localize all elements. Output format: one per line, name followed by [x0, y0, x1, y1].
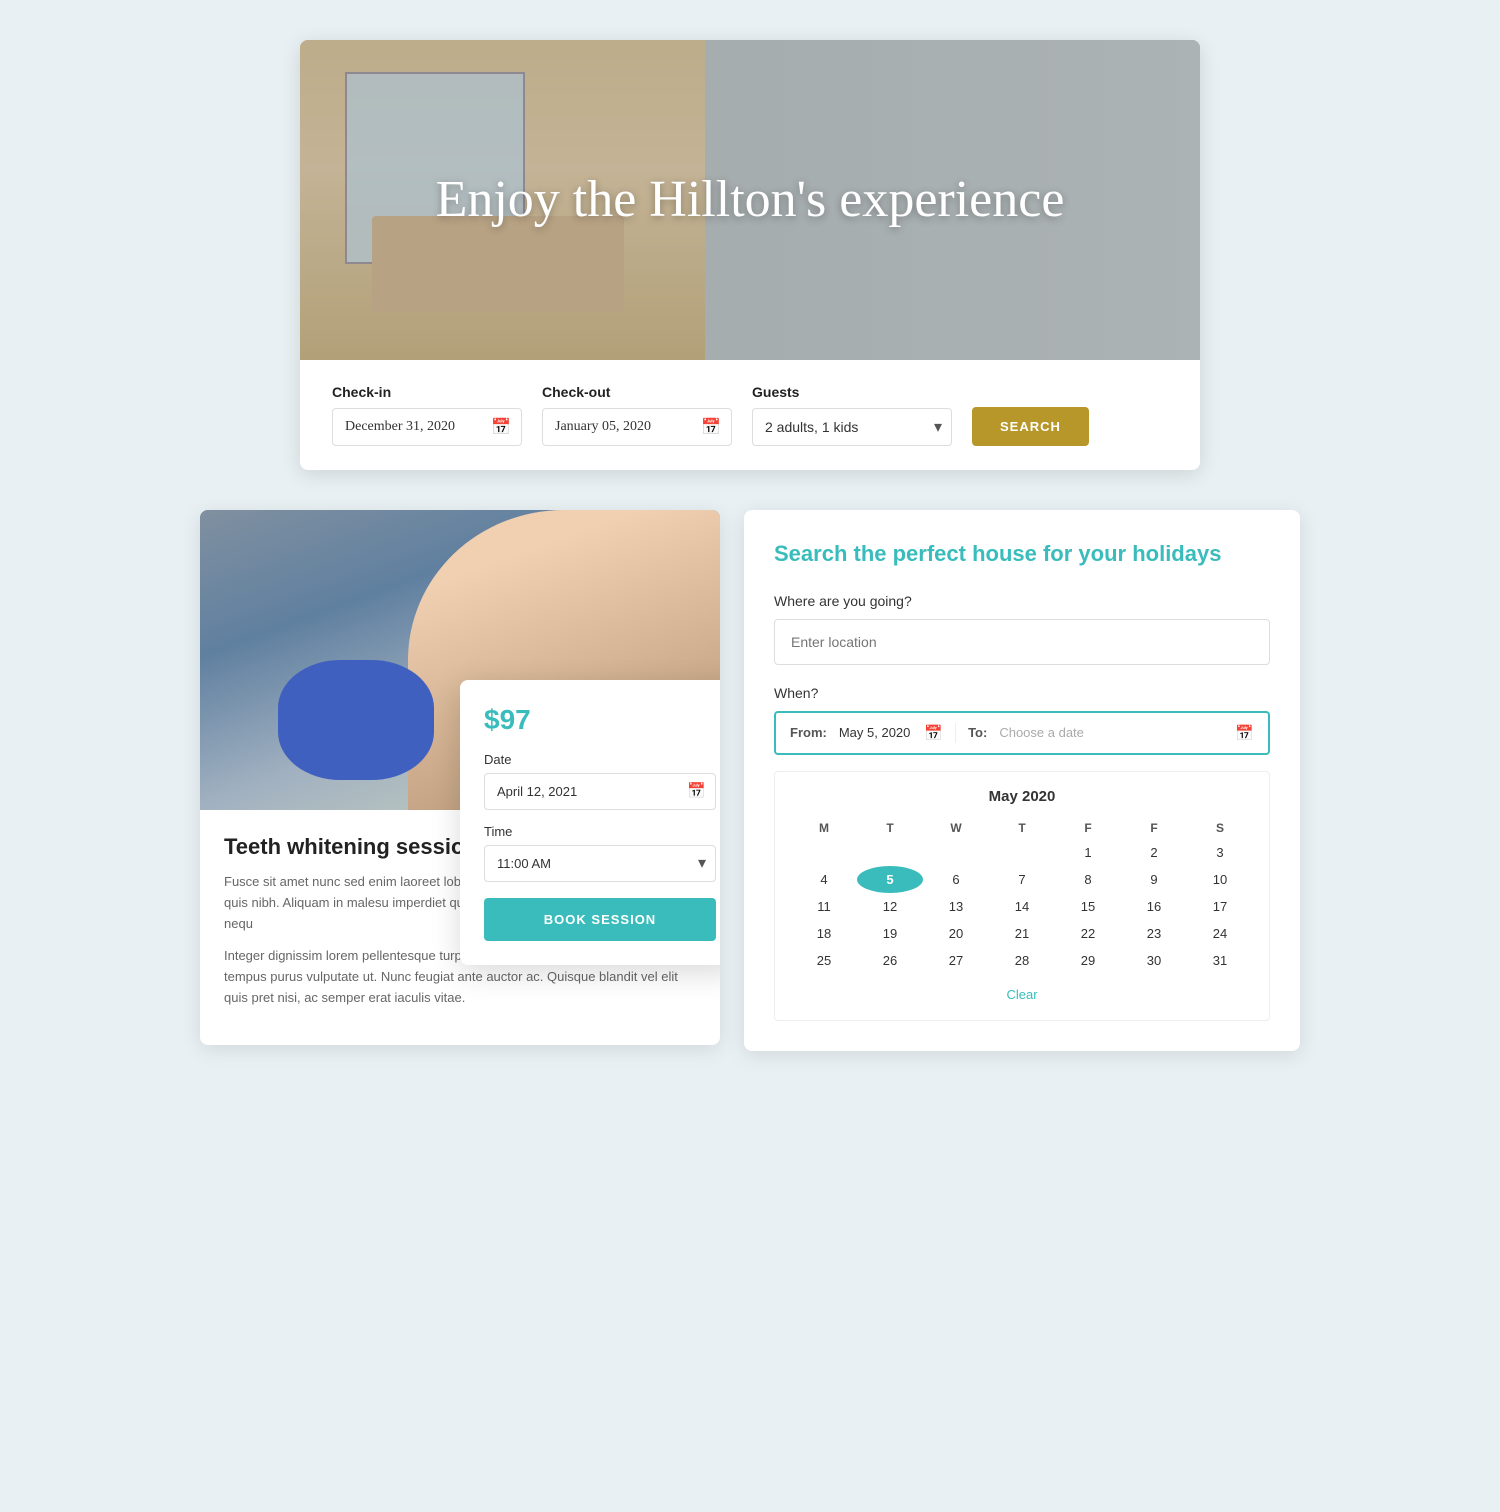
booking-popup: $97 Date 📅 Time 11:00 AM 12:00 PM 1:00 P…: [460, 680, 720, 965]
hero-title: Enjoy the Hillton's experience: [436, 169, 1065, 231]
calendar-day[interactable]: 10: [1187, 866, 1253, 893]
guests-field: Guests 2 adults, 1 kids 1 adult 2 adults…: [752, 384, 952, 446]
calendar-day[interactable]: 17: [1187, 893, 1253, 920]
calendar-day[interactable]: 14: [989, 893, 1055, 920]
calendar-day[interactable]: 30: [1121, 947, 1187, 974]
booking-bar: Check-in December 31, 2020 📅 Check-out J…: [300, 360, 1200, 470]
date-range-divider: [955, 723, 956, 743]
calendar-day[interactable]: 12: [857, 893, 923, 920]
from-date: May 5, 2020: [839, 725, 911, 740]
to-calendar-button[interactable]: 📅: [1235, 724, 1254, 742]
checkin-calendar-icon: 📅: [491, 417, 511, 437]
guests-label: Guests: [752, 384, 952, 400]
calendar-day[interactable]: 4: [791, 866, 857, 893]
from-label: From:: [790, 725, 827, 740]
hero-overlay: Enjoy the Hillton's experience: [300, 40, 1200, 360]
day-header-thu: T: [989, 817, 1055, 839]
date-field-label: Date: [484, 752, 716, 767]
calendar-day[interactable]: 29: [1055, 947, 1121, 974]
to-label: To:: [968, 725, 987, 740]
where-label: Where are you going?: [774, 593, 1270, 609]
day-header-fri: F: [1055, 817, 1121, 839]
calendar-day: [989, 839, 1055, 866]
calendar-day[interactable]: 27: [923, 947, 989, 974]
checkout-field: Check-out January 05, 2020 📅: [542, 384, 732, 446]
clear-button[interactable]: Clear: [1006, 987, 1037, 1002]
to-date-placeholder: Choose a date: [999, 725, 1221, 740]
holiday-title: Search the perfect house for your holida…: [774, 540, 1270, 569]
day-header-fri2: F: [1121, 817, 1187, 839]
day-header-wed: W: [923, 817, 989, 839]
from-calendar-button[interactable]: 📅: [924, 724, 943, 742]
guests-select[interactable]: 2 adults, 1 kids 1 adult 2 adults 2 adul…: [752, 408, 952, 446]
calendar-day[interactable]: 26: [857, 947, 923, 974]
hotel-card: Enjoy the Hillton's experience Check-in …: [300, 40, 1200, 470]
calendar-day[interactable]: 15: [1055, 893, 1121, 920]
calendar-day[interactable]: 19: [857, 920, 923, 947]
guests-wrapper: 2 adults, 1 kids 1 adult 2 adults 2 adul…: [752, 408, 952, 446]
calendar-day[interactable]: 24: [1187, 920, 1253, 947]
time-field-label: Time: [484, 824, 716, 839]
calendar-day[interactable]: 5: [857, 866, 923, 893]
date-input[interactable]: [484, 773, 716, 810]
hotel-hero: Enjoy the Hillton's experience: [300, 40, 1200, 360]
date-range-bar: From: May 5, 2020 📅 To: Choose a date 📅: [774, 711, 1270, 755]
checkout-label: Check-out: [542, 384, 732, 400]
checkin-input[interactable]: December 31, 2020 📅: [332, 408, 522, 446]
calendar-title: May 2020: [791, 788, 1253, 805]
calendar-clear: Clear: [791, 986, 1253, 1004]
time-select-wrap: 11:00 AM 12:00 PM 1:00 PM 2:00 PM: [484, 845, 716, 882]
day-header-tue: T: [857, 817, 923, 839]
calendar: May 2020 M T W T F F S 12345678910111213…: [774, 771, 1270, 1021]
checkin-label: Check-in: [332, 384, 522, 400]
calendar-day[interactable]: 7: [989, 866, 1055, 893]
checkout-input[interactable]: January 05, 2020 📅: [542, 408, 732, 446]
calendar-day[interactable]: 6: [923, 866, 989, 893]
location-input[interactable]: [774, 619, 1270, 665]
when-label: When?: [774, 685, 1270, 701]
calendar-day[interactable]: 9: [1121, 866, 1187, 893]
book-session-button[interactable]: BOOK SESSION: [484, 898, 716, 941]
glove-decoration: [278, 660, 434, 780]
checkin-field: Check-in December 31, 2020 📅: [332, 384, 522, 446]
checkout-value: January 05, 2020: [555, 419, 651, 435]
calendar-day[interactable]: 31: [1187, 947, 1253, 974]
day-header-sat: S: [1187, 817, 1253, 839]
calendar-day[interactable]: 8: [1055, 866, 1121, 893]
calendar-day: [923, 839, 989, 866]
calendar-day[interactable]: 11: [791, 893, 857, 920]
dental-card: Teeth whitening sessions Fusce sit amet …: [200, 510, 720, 1045]
calendar-day[interactable]: 28: [989, 947, 1055, 974]
date-input-wrap: 📅: [484, 773, 716, 810]
calendar-day[interactable]: 2: [1121, 839, 1187, 866]
calendar-day[interactable]: 25: [791, 947, 857, 974]
calendar-day[interactable]: 16: [1121, 893, 1187, 920]
time-select[interactable]: 11:00 AM 12:00 PM 1:00 PM 2:00 PM: [484, 845, 716, 882]
checkin-value: December 31, 2020: [345, 419, 455, 435]
calendar-day[interactable]: 23: [1121, 920, 1187, 947]
holiday-card: Search the perfect house for your holida…: [744, 510, 1300, 1051]
checkout-calendar-icon: 📅: [701, 417, 721, 437]
calendar-day[interactable]: 3: [1187, 839, 1253, 866]
calendar-day[interactable]: 21: [989, 920, 1055, 947]
calendar-day: [857, 839, 923, 866]
calendar-day[interactable]: 18: [791, 920, 857, 947]
bottom-row: Teeth whitening sessions Fusce sit amet …: [200, 510, 1300, 1051]
date-calendar-icon: 📅: [687, 782, 706, 801]
calendar-grid: M T W T F F S 12345678910111213141516171…: [791, 817, 1253, 974]
booking-price: $97: [484, 704, 716, 736]
day-header-mon: M: [791, 817, 857, 839]
calendar-day[interactable]: 20: [923, 920, 989, 947]
calendar-day[interactable]: 1: [1055, 839, 1121, 866]
calendar-day: [791, 839, 857, 866]
calendar-day[interactable]: 13: [923, 893, 989, 920]
search-button[interactable]: SEARCH: [972, 407, 1089, 446]
calendar-day[interactable]: 22: [1055, 920, 1121, 947]
